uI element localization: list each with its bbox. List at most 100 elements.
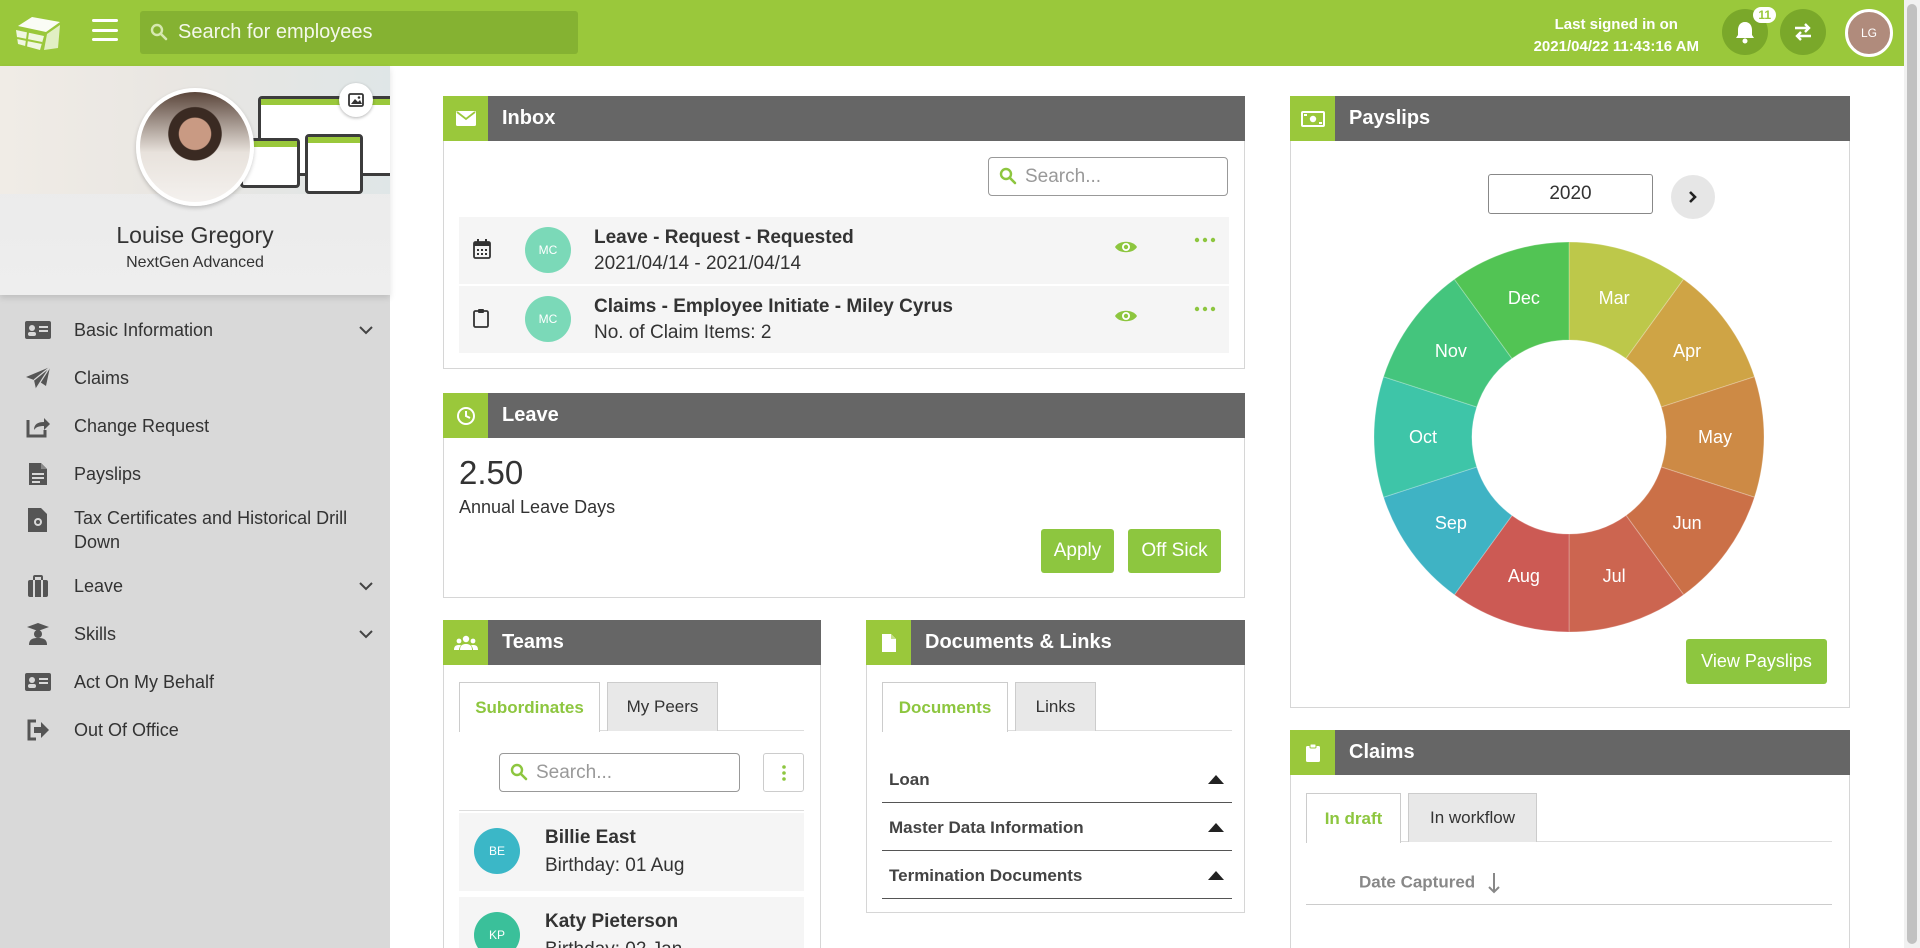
last-signed-label: Last signed in on: [1554, 16, 1678, 33]
teams-header: Teams: [443, 620, 821, 665]
inbox-panel: Inbox MC Leave - Request - Requested 202…: [443, 96, 1245, 369]
tab-my-peers[interactable]: My Peers: [607, 682, 718, 731]
sidebar-item-label: Leave: [74, 576, 124, 596]
sidebar-item-leave[interactable]: Leave: [0, 562, 390, 610]
claims-panel: Claims In draft In workflow Date Capture…: [1290, 730, 1850, 948]
inbox-item-title: Claims - Employee Initiate - Miley Cyrus: [594, 296, 953, 317]
id-card-icon: [24, 668, 52, 696]
document-category-label: Loan: [889, 770, 930, 789]
sidebar-item-claims[interactable]: Claims: [0, 354, 390, 402]
collapse-arrow-icon: [1208, 871, 1224, 880]
chevron-right-icon: [1689, 191, 1697, 203]
payslip-month-label: Nov: [1435, 341, 1467, 361]
sidebar-item-change-request[interactable]: Change Request: [0, 402, 390, 450]
inbox-item[interactable]: MC Claims - Employee Initiate - Miley Cy…: [459, 286, 1229, 353]
team-member-row[interactable]: BE Billie East Birthday: 01 Aug: [459, 813, 804, 891]
document-category-master-data[interactable]: Master Data Information: [882, 803, 1232, 851]
sidebar-item-label: Payslips: [74, 464, 142, 484]
payslips-header: Payslips: [1290, 96, 1850, 141]
eye-icon[interactable]: [1114, 308, 1138, 324]
inbox-item[interactable]: MC Leave - Request - Requested 2021/04/1…: [459, 217, 1229, 284]
tab-links[interactable]: Links: [1015, 682, 1096, 731]
team-member-name: Billie East: [545, 827, 636, 848]
documents-title: Documents & Links: [925, 631, 1112, 653]
employee-search: [140, 11, 578, 54]
collapse-arrow-icon: [1208, 775, 1224, 784]
sidebar-item-payslips[interactable]: Payslips: [0, 450, 390, 498]
teams-panel: Teams Subordinates My Peers BE Billie Ea…: [443, 620, 821, 948]
sidebar-item-tax-certificates[interactable]: Tax Certificates and Historical Drill Do…: [0, 498, 390, 562]
view-payslips-button[interactable]: View Payslips: [1686, 639, 1827, 684]
avatar: KP: [474, 912, 520, 948]
inbox-header: Inbox: [443, 96, 1245, 141]
inbox-item-title: Leave - Request - Requested: [594, 227, 854, 248]
document-category-label: Termination Documents: [889, 866, 1083, 885]
inbox-search-input[interactable]: [1025, 158, 1219, 195]
tab-documents[interactable]: Documents: [882, 682, 1008, 732]
inbox-item-subtitle: No. of Claim Items: 2: [594, 322, 772, 343]
teams-options-button[interactable]: [763, 753, 804, 792]
claims-title: Claims: [1349, 741, 1415, 763]
user-avatar[interactable]: LG: [1845, 9, 1893, 57]
page-scrollbar[interactable]: [1904, 0, 1920, 948]
notifications-button[interactable]: 11: [1722, 7, 1776, 55]
leave-title: Leave: [502, 404, 559, 426]
sidebar-item-skills[interactable]: Skills: [0, 610, 390, 658]
sign-out-icon: [24, 716, 52, 744]
next-year-button[interactable]: [1671, 175, 1715, 219]
column-header-label: Date Captured: [1359, 872, 1476, 892]
more-options-icon[interactable]: [1194, 237, 1216, 243]
more-options-icon[interactable]: [1194, 306, 1216, 312]
leave-days-value: 2.50: [459, 454, 524, 491]
scrollbar-thumb[interactable]: [1907, 4, 1917, 944]
tab-subordinates[interactable]: Subordinates: [459, 682, 600, 732]
payslip-month-label: Mar: [1599, 288, 1630, 308]
payslip-year-field[interactable]: 2020: [1488, 174, 1653, 214]
payslip-month-label: Jul: [1603, 566, 1626, 586]
apply-leave-button[interactable]: Apply: [1041, 529, 1114, 573]
employee-search-input[interactable]: [178, 11, 568, 54]
team-member-birthday: Birthday: 01 Aug: [545, 855, 685, 876]
documents-tabs: Documents Links: [882, 682, 1232, 732]
off-sick-button[interactable]: Off Sick: [1128, 529, 1221, 573]
avatar: BE: [474, 828, 520, 874]
last-signed-value: 2021/04/22 11:43:16 AM: [1533, 38, 1699, 55]
sidebar-item-out-of-office[interactable]: Out Of Office: [0, 706, 390, 754]
clock-icon: [443, 393, 488, 438]
profile-photo[interactable]: [136, 88, 254, 206]
profile-card: Louise Gregory NextGen Advanced: [0, 66, 390, 295]
document-category-termination[interactable]: Termination Documents: [882, 851, 1232, 899]
column-header-date-captured[interactable]: Date Captured: [1359, 872, 1500, 894]
teams-title: Teams: [502, 631, 564, 653]
swap-arrows-icon: [1795, 23, 1811, 41]
switch-account-button[interactable]: [1780, 9, 1826, 55]
app-logo-icon[interactable]: [14, 14, 62, 52]
sidebar-nav: Basic Information Claims Change Request …: [0, 306, 390, 754]
change-banner-button[interactable]: [339, 83, 373, 117]
tab-in-workflow[interactable]: In workflow: [1408, 793, 1537, 842]
sort-descending-icon: [1488, 873, 1500, 894]
sidebar-item-basic-information[interactable]: Basic Information: [0, 306, 390, 354]
leave-days-label: Annual Leave Days: [459, 497, 616, 517]
team-member-name: Katy Pieterson: [545, 911, 679, 932]
teams-search-input[interactable]: [536, 754, 731, 791]
document-category-loan[interactable]: Loan: [882, 755, 1232, 803]
claims-tabs: In draft In workflow: [1306, 793, 1832, 843]
team-member-row[interactable]: KP Katy Pieterson Birthday: 02 Jan: [459, 897, 804, 948]
graduate-icon: [24, 620, 52, 648]
sidebar-item-act-on-my-behalf[interactable]: Act On My Behalf: [0, 658, 390, 706]
document-category-label: Master Data Information: [889, 818, 1084, 837]
eye-icon[interactable]: [1114, 239, 1138, 255]
id-card-icon: [24, 316, 52, 344]
sidebar-item-label: Tax Certificates and Historical Drill Do…: [74, 508, 348, 552]
team-member-birthday: Birthday: 02 Jan: [545, 939, 682, 948]
clipboard-icon: [473, 309, 489, 328]
search-icon: [999, 167, 1017, 185]
suitcase-icon: [24, 572, 52, 600]
people-icon: [443, 620, 488, 665]
tab-in-draft[interactable]: In draft: [1306, 793, 1401, 843]
menu-toggle-icon[interactable]: [92, 19, 118, 41]
payslip-month-label: May: [1698, 427, 1732, 447]
sidebar-item-label: Skills: [74, 624, 117, 644]
leave-header: Leave: [443, 393, 1245, 438]
